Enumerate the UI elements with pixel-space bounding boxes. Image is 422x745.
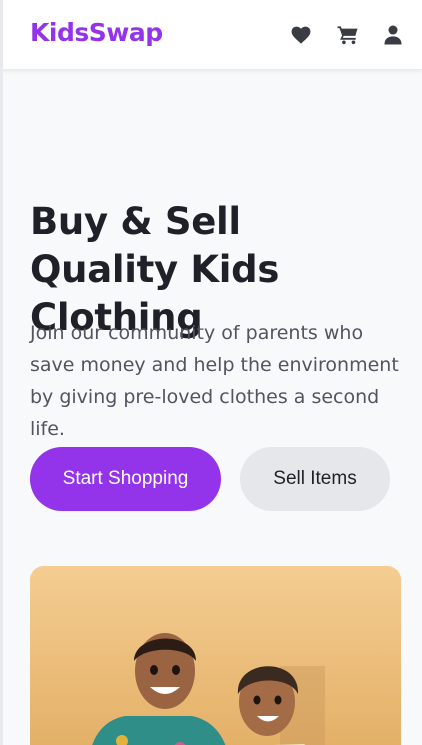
heart-icon[interactable] xyxy=(290,24,312,46)
user-icon[interactable] xyxy=(382,24,404,46)
hero-image-kids xyxy=(30,566,401,745)
page-edge xyxy=(0,0,3,745)
cart-icon[interactable] xyxy=(337,24,359,46)
top-navbar: KidsSwap xyxy=(0,0,422,70)
hero-photo-illustration xyxy=(30,566,401,745)
hero-subtitle: Join our community of parents who save m… xyxy=(30,322,399,440)
start-shopping-button[interactable]: Start Shopping xyxy=(30,447,221,511)
brand-logo[interactable]: KidsSwap xyxy=(30,18,163,47)
sell-items-button[interactable]: Sell Items xyxy=(240,447,390,511)
